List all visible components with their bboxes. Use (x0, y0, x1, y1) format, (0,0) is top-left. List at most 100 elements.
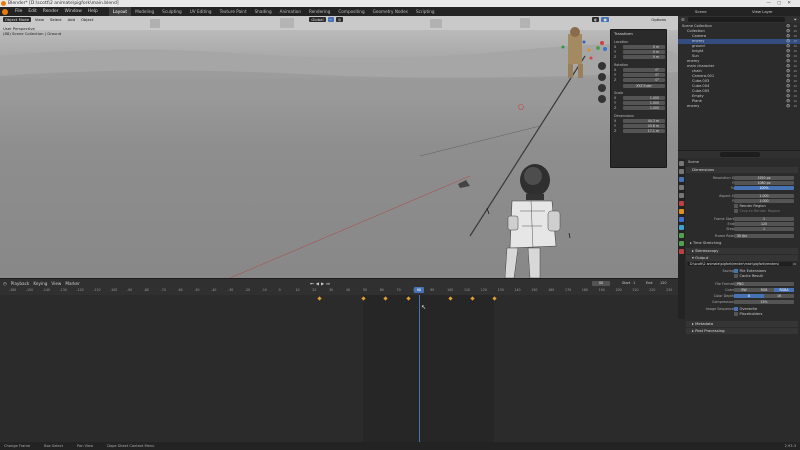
frame-end-field[interactable]: 120 (734, 222, 794, 227)
proportional-edit-icon[interactable]: ◎ (335, 17, 344, 22)
time-stretching-subpanel[interactable]: ▸ Time Stretching (690, 241, 800, 246)
color-bw-option[interactable]: BW (734, 288, 754, 293)
location-z-field[interactable]: 0 m (623, 55, 665, 59)
color-depth-16-option[interactable]: 16 (764, 294, 794, 299)
viewport-menu-add[interactable]: Add (66, 17, 77, 22)
compression-slider[interactable]: 15% (734, 300, 794, 305)
workspace-tab-compositing[interactable]: Compositing (334, 7, 368, 16)
color-rgb-option[interactable]: RGB (754, 288, 774, 293)
physics-tab-icon[interactable] (679, 233, 684, 238)
outliner-row[interactable]: enemy 👁 ▭ (678, 104, 800, 109)
shading-solid-icon[interactable]: ● (601, 17, 609, 22)
keyframe-marker[interactable] (491, 296, 497, 301)
timeline-editor[interactable]: ◷ Playback Keying View Marker ⏮◀▶⏭ 88 St… (0, 279, 689, 442)
menu-render[interactable]: Render (40, 7, 62, 16)
scene-selector[interactable]: Scene (695, 7, 707, 16)
menu-file[interactable]: File (12, 7, 25, 16)
dimension-z-field[interactable]: 17.1 m (623, 129, 665, 133)
output-path-input[interactable]: D:\scott\2 animate\pigfork\render\main\p… (688, 262, 792, 267)
workspace-tab-shading[interactable]: Shading (251, 7, 276, 16)
viewlayer-selector[interactable]: View Layer (752, 7, 773, 16)
overlay-icon[interactable]: ◐ (592, 17, 600, 22)
frame-start-field[interactable]: 1 (734, 217, 794, 222)
render-tab-icon[interactable] (679, 169, 684, 174)
color-rgba-option[interactable]: RGBA (774, 288, 794, 293)
placeholders-checkbox[interactable]: Placeholders (734, 312, 800, 317)
post-processing-section-header[interactable]: ▸ Post Processing (686, 328, 798, 334)
location-y-field[interactable]: 0 m (623, 50, 665, 54)
scale-x-field[interactable]: 1.000 (623, 96, 665, 100)
menu-help[interactable]: Help (85, 7, 101, 16)
dimension-y-field[interactable]: 43.8 m (623, 124, 665, 128)
frame-rate-dropdown[interactable]: 30 fps (734, 234, 794, 239)
playhead-line[interactable] (419, 295, 420, 442)
modifier-tab-icon[interactable] (679, 217, 684, 222)
workspace-tab-texture-paint[interactable]: Texture Paint (216, 7, 251, 16)
rotation-x-field[interactable]: 0° (623, 68, 665, 72)
aspect-y-field[interactable]: 1.000 (734, 199, 794, 204)
viewport-menu-view[interactable]: View (33, 17, 46, 22)
workspace-tab-scripting[interactable]: Scripting (412, 7, 439, 16)
transform-orientation-dropdown[interactable]: Global (309, 17, 326, 22)
blender-menu-icon[interactable] (2, 8, 8, 15)
snap-icon[interactable]: ⌁ (327, 17, 334, 22)
properties-editor[interactable]: Scene Dimensions Resolution X 1920 px Y … (678, 151, 800, 442)
file-format-dropdown[interactable]: PNG (734, 282, 794, 287)
properties-search-input[interactable] (720, 152, 760, 157)
keyframe-marker[interactable] (382, 296, 388, 301)
output-tab-icon[interactable] (679, 177, 684, 182)
workspace-tab-animation[interactable]: Animation (276, 7, 305, 16)
material-tab-icon[interactable] (679, 249, 684, 254)
rotation-mode-dropdown[interactable]: XYZ Euler (623, 84, 665, 88)
3d-viewport[interactable]: Object Mode View Select Add Object Globa… (0, 16, 678, 278)
keyframe-marker[interactable] (316, 296, 322, 301)
world-tab-icon[interactable] (679, 201, 684, 206)
dimension-x-field[interactable]: 44.3 m (623, 119, 665, 123)
scale-z-field[interactable]: 1.000 (623, 106, 665, 110)
workspace-tab-sculpting[interactable]: Sculpting (158, 7, 186, 16)
scene-tab-icon[interactable] (679, 193, 684, 198)
keyframe-marker[interactable] (469, 296, 475, 301)
options-dropdown[interactable]: Options (649, 17, 668, 22)
aspect-x-field[interactable]: 1.000 (734, 194, 794, 199)
rotation-z-field[interactable]: 0° (623, 78, 665, 82)
object-tab-icon[interactable] (679, 209, 684, 214)
workspace-tab-geometry-nodes[interactable]: Geometry Nodes (369, 7, 412, 16)
menu-edit[interactable]: Edit (25, 7, 40, 16)
view-layer-tab-icon[interactable] (679, 185, 684, 190)
resolution-x-field[interactable]: 1920 px (734, 176, 794, 181)
window-controls[interactable]: —▢✕ (766, 0, 797, 7)
keyframe-marker[interactable] (447, 296, 453, 301)
stereoscopy-section-header[interactable]: ▸ Stereoscopy (686, 248, 798, 254)
navigation-gizmo[interactable] (595, 36, 609, 111)
workspace-tab-layout[interactable]: Layout (108, 7, 132, 16)
object-mode-dropdown[interactable]: Object Mode (3, 17, 31, 22)
particles-tab-icon[interactable] (679, 225, 684, 230)
crop-region-checkbox[interactable]: Crop to Render Region (734, 209, 800, 214)
rotation-y-field[interactable]: 0° (623, 73, 665, 77)
workspace-tab-modeling[interactable]: Modeling (131, 7, 158, 16)
location-x-field[interactable]: 0 m (623, 45, 665, 49)
keyframe-marker[interactable] (405, 296, 411, 301)
cache-result-checkbox[interactable]: Cache Result (734, 274, 800, 279)
resolution-y-field[interactable]: 1080 px (734, 181, 794, 186)
output-section-header[interactable]: ▾ Output (686, 255, 798, 261)
metadata-section-header[interactable]: ▸ Metadata (686, 321, 798, 327)
resolution-percent-field[interactable]: 100% (734, 186, 794, 191)
menu-window[interactable]: Window (62, 7, 85, 16)
filter-icon[interactable]: ⏷ (794, 17, 797, 22)
color-depth-8-option[interactable]: 8 (734, 294, 764, 299)
viewport-menu-select[interactable]: Select (48, 17, 64, 22)
constraints-tab-icon[interactable] (679, 241, 684, 246)
workspace-tab-uv-editing[interactable]: UV Editing (186, 7, 216, 16)
tool-tab-icon[interactable] (679, 161, 684, 166)
workspace-tab-rendering[interactable]: Rendering (305, 7, 334, 16)
outliner-editor-icon[interactable]: ☰ (681, 17, 685, 22)
frame-step-field[interactable]: 1 (734, 227, 794, 232)
keyframe-marker[interactable] (360, 296, 366, 301)
outliner[interactable]: ☰ ⏷ Scene Collection 👁 ▭ Collection 👁 ▭ Came… (678, 16, 800, 150)
folder-icon[interactable]: ▭ (793, 262, 796, 266)
viewport-menu-object[interactable]: Object (79, 17, 95, 22)
dimensions-section-header[interactable]: Dimensions (686, 167, 798, 173)
visibility-icon[interactable]: 👁 ▭ (786, 104, 798, 109)
